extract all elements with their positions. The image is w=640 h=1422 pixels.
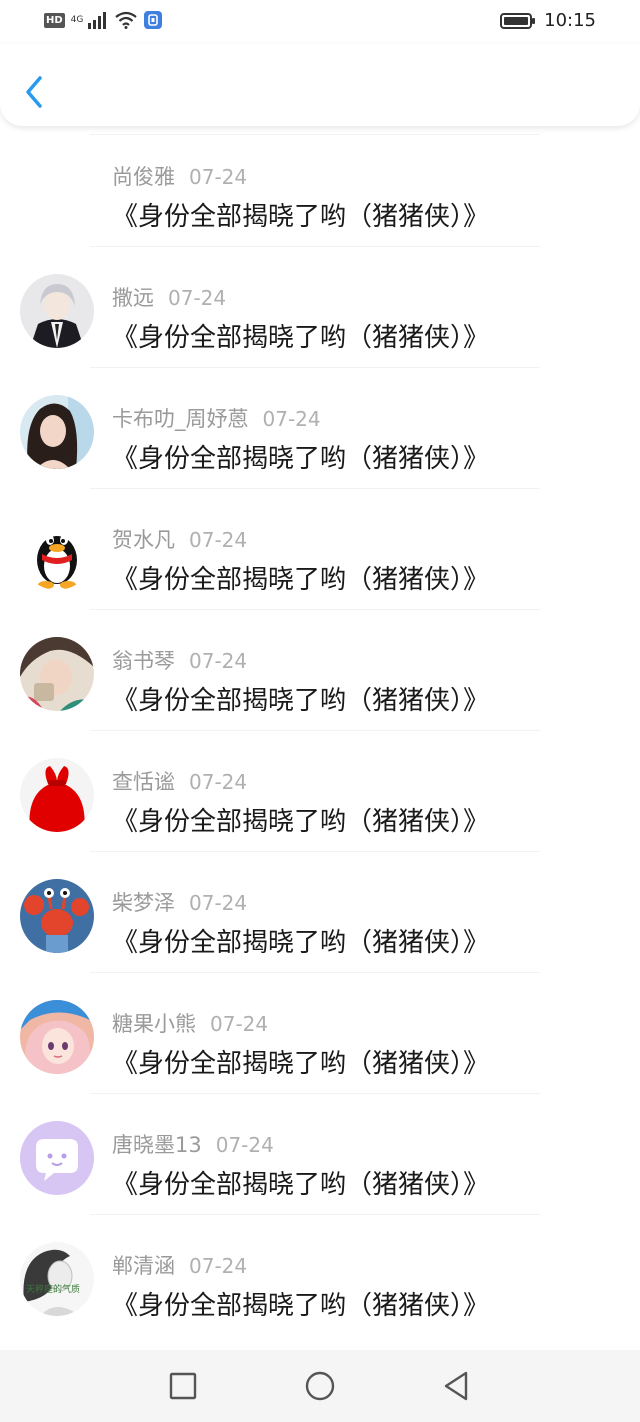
anime-girl-avatar[interactable] — [20, 1000, 94, 1074]
username: 贺水凡 — [112, 528, 175, 552]
comment-list[interactable]: 尚俊雅 07-24 《身份全部揭晓了哟（猪猪侠）》 撒远 07-24 《身份全部揭晓… — [0, 126, 640, 1350]
username: 唐晓墨13 — [112, 1133, 202, 1157]
avatar-caption: 天秤座的气质 — [26, 1283, 80, 1295]
clock: 10:15 — [544, 10, 596, 31]
status-bar: HD 4G 10:15 — [0, 0, 640, 44]
battery-icon — [500, 12, 536, 29]
status-left-icons: HD 4G — [44, 10, 163, 30]
anime-suit-avatar[interactable] — [20, 274, 94, 348]
comment-item[interactable]: 贺水凡 07-24 《身份全部揭晓了哟（猪猪侠）》 — [0, 489, 640, 610]
comment-item[interactable]: 柴梦泽 07-24 《身份全部揭晓了哟（猪猪侠）》 — [0, 852, 640, 973]
app-header — [0, 44, 640, 126]
recent-apps-button[interactable] — [166, 1369, 200, 1403]
comment-item[interactable]: 天秤座的气质 郸清涵 07-24 《身份全部揭晓了哟（猪猪侠）》 — [0, 1215, 640, 1336]
hd-icon: HD — [44, 12, 65, 28]
comment-meta: 翁书琴 07-24 — [112, 645, 247, 675]
comment-text: 《身份全部揭晓了哟（猪猪侠）》 — [112, 202, 490, 232]
comment-item[interactable]: 卡布叻_周妤蒽 07-24 《身份全部揭晓了哟（猪猪侠）》 — [0, 368, 640, 489]
comment-item[interactable]: 翁书琴 07-24 《身份全部揭晓了哟（猪猪侠）》 — [0, 610, 640, 731]
signal-icon — [88, 12, 107, 29]
wifi-icon — [115, 11, 138, 29]
red-bag-avatar[interactable] — [20, 758, 94, 832]
girl-selfie-avatar[interactable] — [20, 637, 94, 711]
sketch-girl-avatar[interactable]: 天秤座的气质 — [20, 1242, 94, 1316]
comment-text: 《身份全部揭晓了哟（猪猪侠）》 — [112, 1049, 490, 1079]
back-triangle-icon — [444, 1371, 468, 1401]
comment-text: 《身份全部揭晓了哟（猪猪侠）》 — [112, 1170, 490, 1200]
username: 撒远 — [112, 286, 154, 310]
shield-app-icon — [144, 11, 163, 29]
comment-text: 《身份全部揭晓了哟（猪猪侠）》 — [112, 444, 490, 474]
comment-meta: 郸清涵 07-24 — [112, 1250, 247, 1280]
chevron-left-icon — [26, 76, 42, 108]
comment-date: 07-24 — [189, 528, 248, 552]
comment-text: 《身份全部揭晓了哟（猪猪侠）》 — [112, 686, 490, 716]
back-button[interactable] — [20, 72, 50, 112]
comment-date: 07-24 — [189, 1254, 248, 1278]
comment-meta: 撒远 07-24 — [112, 282, 226, 312]
comment-date: 07-24 — [189, 165, 248, 189]
back-nav-button[interactable] — [440, 1369, 474, 1403]
username: 查恬谧 — [112, 770, 175, 794]
username: 柴梦泽 — [112, 891, 175, 915]
comment-item[interactable]: 尚俊雅 07-24 《身份全部揭晓了哟（猪猪侠）》 — [0, 126, 640, 247]
comment-meta: 柴梦泽 07-24 — [112, 887, 247, 917]
comment-text: 《身份全部揭晓了哟（猪猪侠）》 — [112, 565, 490, 595]
home-button[interactable] — [303, 1369, 337, 1403]
recent-apps-icon — [169, 1372, 197, 1400]
qq-penguin-avatar[interactable] — [20, 516, 94, 590]
comment-text: 《身份全部揭晓了哟（猪猪侠）》 — [112, 807, 490, 837]
comment-date: 07-24 — [189, 649, 248, 673]
username: 翁书琴 — [112, 649, 175, 673]
comment-meta: 卡布叻_周妤蒽 07-24 — [112, 403, 321, 433]
comment-meta: 糖果小熊 07-24 — [112, 1008, 268, 1038]
home-icon — [305, 1371, 335, 1401]
status-right-icons: 10:15 — [500, 10, 596, 31]
comment-item[interactable]: 查恬谧 07-24 《身份全部揭晓了哟（猪猪侠）》 — [0, 731, 640, 852]
comment-date: 07-24 — [189, 770, 248, 794]
comment-date: 07-24 — [262, 407, 321, 431]
username: 卡布叻_周妤蒽 — [112, 407, 249, 431]
comment-date: 07-24 — [215, 1133, 274, 1157]
comment-meta: 尚俊雅 07-24 — [112, 161, 247, 191]
comment-meta: 唐晓墨13 07-24 — [112, 1129, 274, 1159]
username: 郸清涵 — [112, 1254, 175, 1278]
comment-text: 《身份全部揭晓了哟（猪猪侠）》 — [112, 323, 490, 353]
comment-item[interactable]: 撒远 07-24 《身份全部揭晓了哟（猪猪侠）》 — [0, 247, 640, 368]
comment-meta: 查恬谧 07-24 — [112, 766, 247, 796]
comment-text: 《身份全部揭晓了哟（猪猪侠）》 — [112, 928, 490, 958]
comment-item[interactable]: 糖果小熊 07-24 《身份全部揭晓了哟（猪猪侠）》 — [0, 973, 640, 1094]
comment-meta: 贺水凡 07-24 — [112, 524, 247, 554]
comment-date: 07-24 — [168, 286, 227, 310]
comment-date: 07-24 — [210, 1012, 269, 1036]
username: 糖果小熊 — [112, 1012, 196, 1036]
comment-date: 07-24 — [189, 891, 248, 915]
system-nav-bar — [0, 1350, 640, 1422]
chat-bubble-avatar[interactable] — [20, 1121, 94, 1195]
network-type: 4G — [70, 14, 84, 25]
comment-item[interactable]: 唐晓墨13 07-24 《身份全部揭晓了哟（猪猪侠）》 — [0, 1094, 640, 1215]
crab-cartoon-avatar[interactable] — [20, 879, 94, 953]
username: 尚俊雅 — [112, 165, 175, 189]
comment-text: 《身份全部揭晓了哟（猪猪侠）》 — [112, 1291, 490, 1321]
girl-photo-avatar[interactable] — [20, 395, 94, 469]
